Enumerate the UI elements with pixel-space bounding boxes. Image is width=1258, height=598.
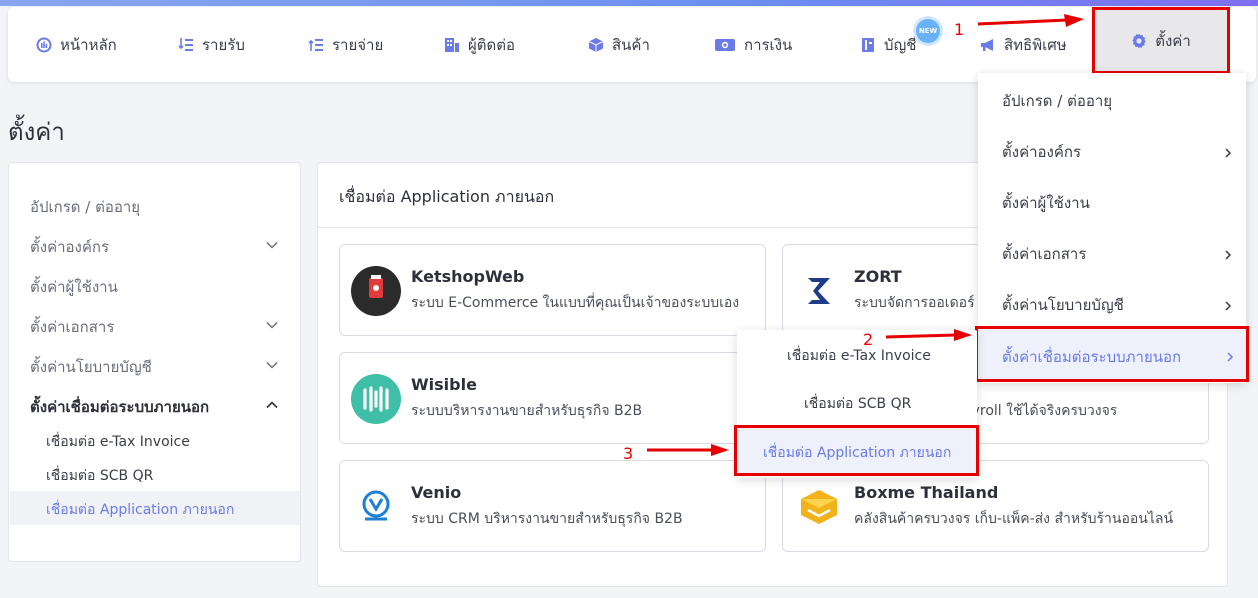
income-icon <box>178 37 194 53</box>
app-card-wisible[interactable]: Wisible ระบบบริหารงานขายสำหรับธุรกิจ B2B <box>339 352 766 444</box>
sidebar-item-users[interactable]: ตั้งค่าผู้ใช้งาน <box>30 275 118 299</box>
money-icon <box>714 37 736 53</box>
submenu-item-scb-qr[interactable]: เชื่อมต่อ SCB QR <box>804 393 911 415</box>
gear-icon <box>1132 33 1147 48</box>
dashboard-icon <box>36 37 52 53</box>
nav-item-contacts[interactable]: ผู้ติดต่อ <box>444 33 515 57</box>
sidebar-sub-etax[interactable]: เชื่อมต่อ e-Tax Invoice <box>46 431 190 453</box>
chevron-right-icon <box>1224 348 1236 362</box>
app-desc: ระบบบริหารงานขายสำหรับธุรกิจ B2B <box>411 403 643 419</box>
chevron-right-icon <box>1222 144 1234 158</box>
nav-item-expense[interactable]: รายจ่าย <box>308 33 383 57</box>
dropdown-item-organization[interactable]: ตั้งค่าองค์กร <box>1002 140 1081 164</box>
wisible-logo <box>351 374 401 424</box>
dropdown-item-accounting-policy[interactable]: ตั้งค่านโยบายบัญชี <box>1002 293 1124 317</box>
nav-item-accounting[interactable]: บัญชี <box>860 33 916 57</box>
app-name: KetshopWeb <box>411 267 525 286</box>
sidebar-sub-external-apps[interactable]: เชื่อมต่อ Application ภายนอก <box>46 499 234 521</box>
box-icon <box>588 37 604 53</box>
sidebar-item-accounting-policy[interactable]: ตั้งค่านโยบายบัญชี <box>30 355 152 379</box>
dropdown-item-integrations[interactable]: ตั้งค่าเชื่อมต่อระบบภายนอก <box>975 326 1249 382</box>
sidebar-item-documents[interactable]: ตั้งค่าเอกสาร <box>30 315 114 339</box>
sidebar-item-integrations[interactable]: ตั้งค่าเชื่อมต่อระบบภายนอก <box>30 395 209 419</box>
settings-sidebar: อัปเกรด / ต่ออายุ ตั้งค่าองค์กร ตั้งค่าผ… <box>8 162 301 562</box>
nav-item-income[interactable]: รายรับ <box>178 33 245 57</box>
app-card-ketshopweb[interactable]: KetshopWeb ระบบ E-Commerce ในแบบที่คุณเป… <box>339 244 766 336</box>
new-badge: NEW <box>916 19 940 43</box>
ledger-icon <box>860 37 876 53</box>
boxme-logo <box>794 482 844 532</box>
app-desc: ระบบ CRM บริหารงานขายสำหรับธุรกิจ B2B <box>411 511 683 527</box>
app-desc: ระบบจัดการออเดอร์ <box>854 295 975 311</box>
nav-item-finance[interactable]: การเงิน <box>714 33 792 57</box>
app-desc: ระบบ E-Commerce ในแบบที่คุณเป็นเจ้าของระ… <box>411 295 740 311</box>
nav-item-products[interactable]: สินค้า <box>588 33 650 57</box>
app-name: Wisible <box>411 375 477 394</box>
nav-item-home[interactable]: หน้าหลัก <box>36 33 117 57</box>
nav-item-settings[interactable]: ตั้งค่า <box>1092 7 1230 74</box>
step-number-1: 1 <box>954 20 965 39</box>
annotation-arrow-3 <box>647 444 729 456</box>
chevron-down-icon[interactable] <box>265 317 279 331</box>
step-number-2: 2 <box>863 330 874 349</box>
chevron-up-icon[interactable] <box>265 397 279 411</box>
sidebar-sub-scb-qr[interactable]: เชื่อมต่อ SCB QR <box>46 465 153 487</box>
page-title: ตั้งค่า <box>8 118 65 146</box>
chevron-down-icon[interactable] <box>265 237 279 251</box>
submenu-item-external-apps[interactable]: เชื่อมต่อ Application ภายนอก <box>734 425 979 476</box>
app-name: Venio <box>411 483 462 502</box>
app-name: Boxme Thailand <box>854 483 999 502</box>
submenu-item-etax[interactable]: เชื่อมต่อ e-Tax Invoice <box>787 345 931 367</box>
chevron-right-icon <box>1222 246 1234 260</box>
app-card-venio[interactable]: Venio ระบบ CRM บริหารงานขายสำหรับธุรกิจ … <box>339 460 766 552</box>
chevron-down-icon[interactable] <box>265 357 279 371</box>
ketshop-logo <box>351 266 401 316</box>
top-accent-strip <box>0 0 1258 6</box>
nav-item-privileges[interactable]: สิทธิพิเศษ <box>980 33 1067 57</box>
megaphone-icon <box>980 37 996 53</box>
venio-logo <box>351 482 401 532</box>
dropdown-item-upgrade[interactable]: อัปเกรด / ต่ออายุ <box>1002 89 1112 113</box>
dropdown-item-documents[interactable]: ตั้งค่าเอกสาร <box>1002 242 1086 266</box>
app-desc: ayroll ใช้ได้จริงครบวงจร <box>963 403 1118 419</box>
zort-logo <box>794 266 844 316</box>
dropdown-item-users[interactable]: ตั้งค่าผู้ใช้งาน <box>1002 191 1090 215</box>
annotation-arrow-2 <box>885 329 972 341</box>
panel-title: เชื่อมต่อ Application ภายนอก <box>339 187 555 206</box>
chevron-right-icon <box>1222 297 1234 311</box>
step-number-3: 3 <box>623 444 634 463</box>
app-desc: คลังสินค้าครบวงจร เก็บ-แพ็ค-ส่ง สำหรับร้… <box>854 511 1174 527</box>
sidebar-item-organization[interactable]: ตั้งค่าองค์กร <box>30 235 109 259</box>
app-name: ZORT <box>854 267 902 286</box>
expense-icon <box>308 37 324 53</box>
sidebar-item-upgrade[interactable]: อัปเกรด / ต่ออายุ <box>30 195 140 219</box>
annotation-arrow-1 <box>977 14 1084 27</box>
contacts-icon <box>444 37 460 53</box>
